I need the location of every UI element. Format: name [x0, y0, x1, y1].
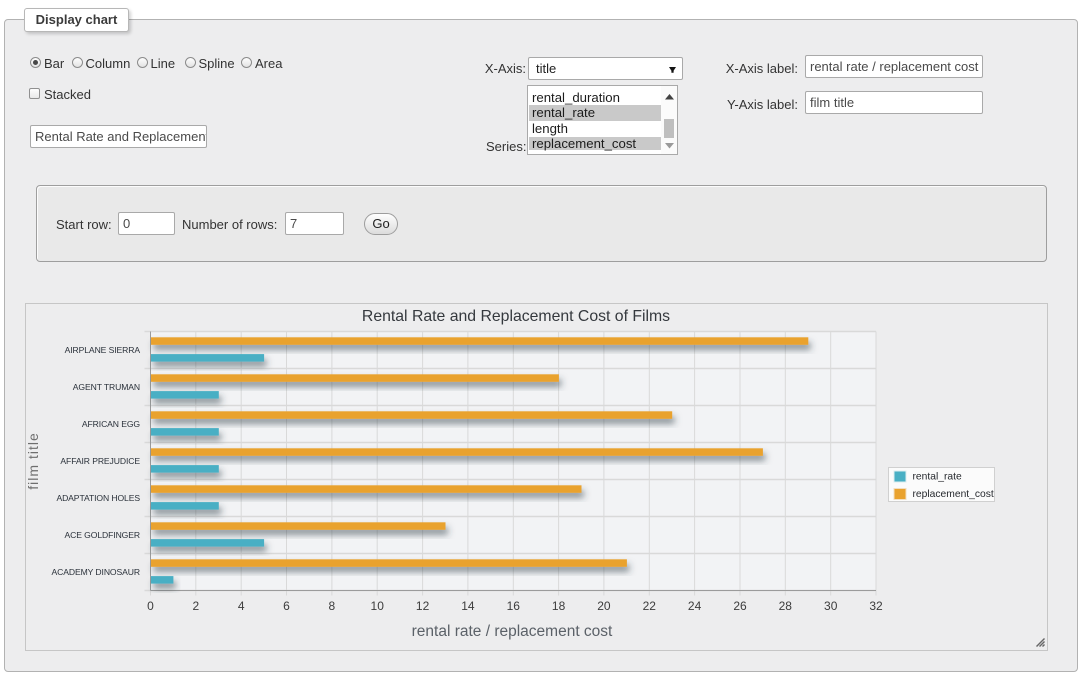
svg-text:rental rate / replacement cost: rental rate / replacement cost — [412, 623, 613, 640]
svg-text:6: 6 — [283, 599, 290, 613]
svg-text:replacement_cost: replacement_cost — [913, 489, 994, 500]
svg-text:2: 2 — [192, 599, 199, 613]
svg-text:AGENT TRUMAN: AGENT TRUMAN — [73, 382, 140, 392]
svg-text:24: 24 — [688, 599, 702, 613]
svg-text:26: 26 — [733, 599, 747, 613]
svg-text:20: 20 — [597, 599, 611, 613]
svg-text:0: 0 — [147, 599, 154, 613]
svg-text:10: 10 — [371, 599, 385, 613]
svg-text:AIRPLANE SIERRA: AIRPLANE SIERRA — [65, 345, 141, 355]
svg-text:ADAPTATION HOLES: ADAPTATION HOLES — [56, 493, 140, 503]
svg-text:AFRICAN EGG: AFRICAN EGG — [82, 419, 141, 429]
svg-text:Rental Rate and Replacement Co: Rental Rate and Replacement Cost of Film… — [362, 308, 670, 325]
svg-text:30: 30 — [824, 599, 838, 613]
svg-text:AFFAIR PREJUDICE: AFFAIR PREJUDICE — [60, 456, 140, 466]
svg-text:ACADEMY DINOSAUR: ACADEMY DINOSAUR — [52, 567, 141, 577]
svg-text:ACE GOLDFINGER: ACE GOLDFINGER — [65, 530, 140, 540]
svg-text:4: 4 — [238, 599, 245, 613]
svg-text:8: 8 — [329, 599, 336, 613]
svg-text:14: 14 — [461, 599, 475, 613]
svg-text:28: 28 — [779, 599, 793, 613]
svg-text:12: 12 — [416, 599, 430, 613]
svg-text:rental_rate: rental_rate — [913, 472, 963, 483]
svg-text:22: 22 — [643, 599, 657, 613]
svg-text:32: 32 — [869, 599, 883, 613]
svg-text:18: 18 — [552, 599, 566, 613]
svg-text:film title: film title — [25, 432, 41, 489]
svg-text:16: 16 — [507, 599, 521, 613]
